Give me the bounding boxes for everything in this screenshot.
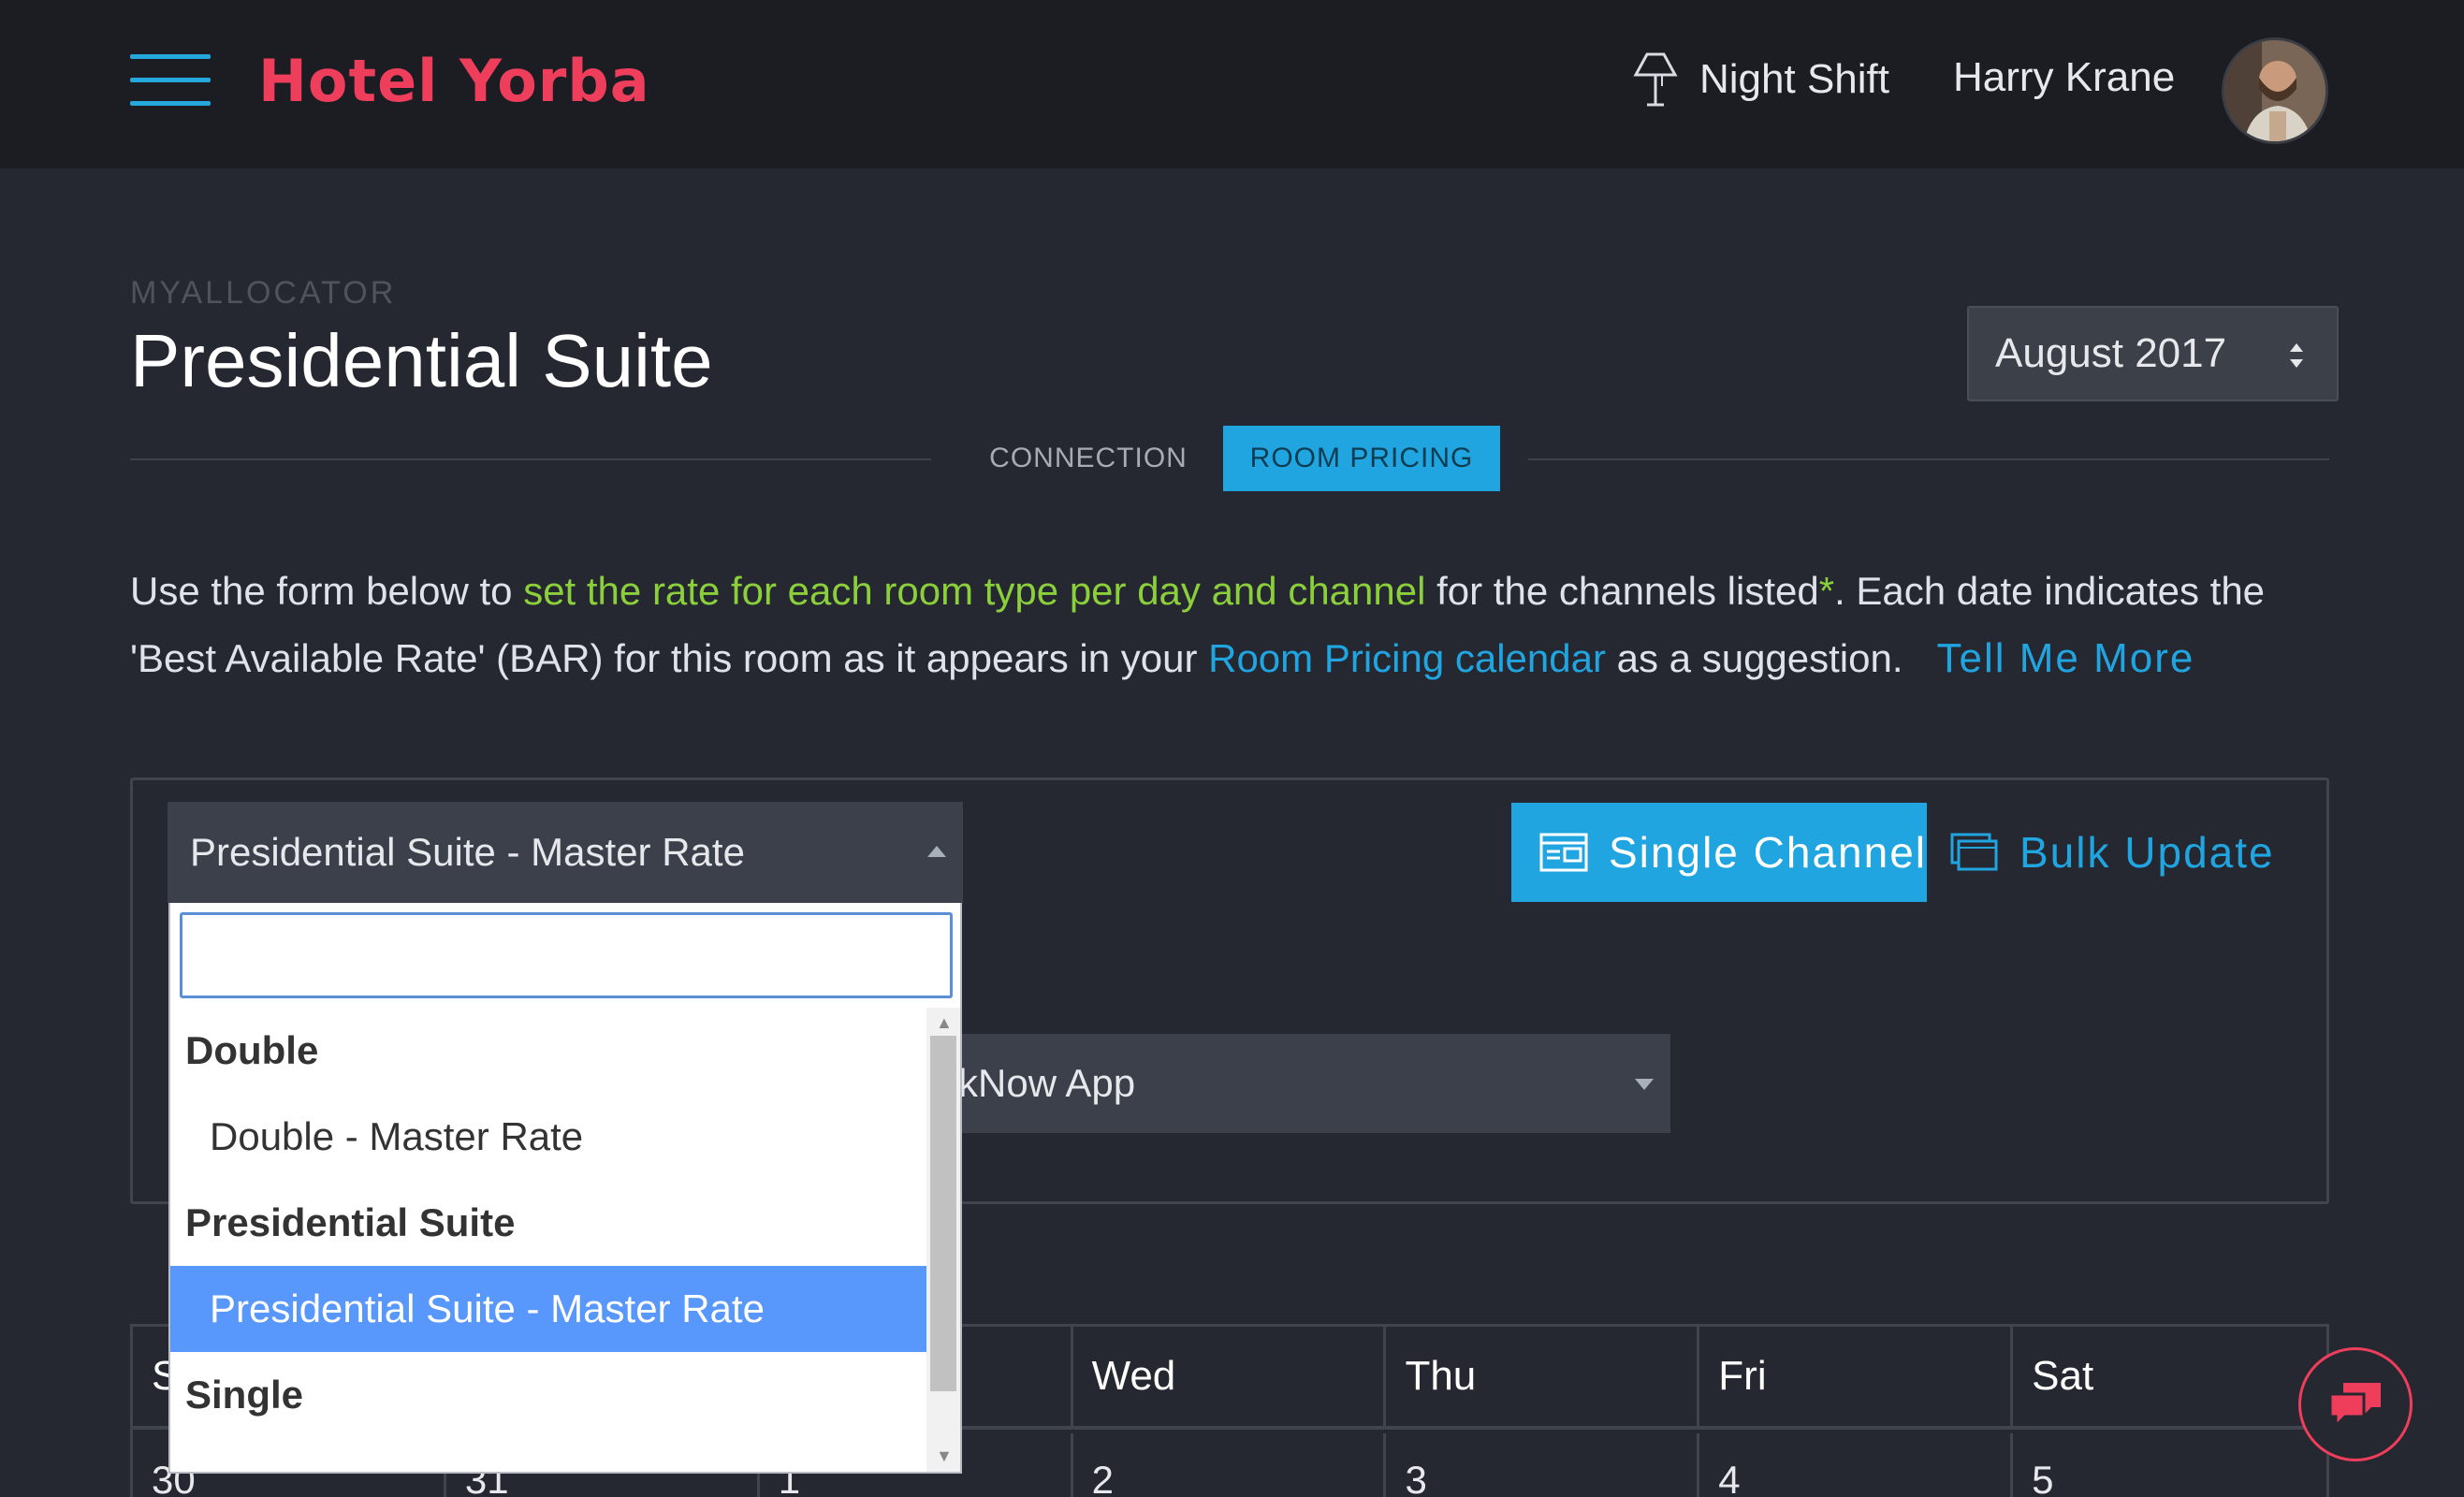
window-icon (1539, 833, 1588, 872)
dropdown-option[interactable]: Double - Master Rate (170, 1094, 928, 1180)
month-select-value: August 2017 (1995, 330, 2227, 376)
section-overline: MYALLOCATOR (130, 275, 397, 311)
tab-connection[interactable]: CONNECTION (964, 426, 1213, 491)
scroll-down-icon[interactable]: ▼ (936, 1446, 953, 1466)
room-rate-select[interactable]: Presidential Suite - Master Rate (168, 802, 963, 903)
dropdown-scrollbar[interactable]: ▲ ▼ (926, 1008, 960, 1472)
tab-room-pricing[interactable]: ROOM PRICING (1223, 426, 1500, 491)
bulk-update-label: Bulk Update (2019, 828, 2275, 877)
option-group-label: Single (185, 1373, 304, 1417)
room-rate-select-value: Presidential Suite - Master Rate (190, 830, 745, 874)
option-group-label: Presidential Suite (185, 1200, 516, 1244)
dropdown-search-input[interactable] (180, 912, 953, 998)
chat-button[interactable] (2298, 1347, 2413, 1461)
single-channel-label: Single Channel (1609, 828, 1928, 877)
channel-select-value: kNow App (958, 1061, 1136, 1105)
room-rate-dropdown: Double Double - Master Rate Presidential… (168, 903, 962, 1474)
brand-logo[interactable]: Hotel Yorba (258, 47, 650, 115)
month-select[interactable]: August 2017 (1967, 306, 2339, 401)
calendar-day-cell[interactable]: 4 (1699, 1433, 2014, 1497)
scrollbar-thumb[interactable] (930, 1036, 956, 1391)
menu-icon[interactable] (130, 54, 211, 109)
caret-down-icon (1635, 1079, 1654, 1090)
calendar-day-cell[interactable]: 3 (1386, 1433, 1700, 1497)
page-title: Presidential Suite (130, 319, 713, 402)
description-highlight: set the rate for each room type per day … (523, 569, 1426, 613)
tab-divider-left (130, 458, 931, 460)
option-group-label: Double (185, 1028, 319, 1072)
bulk-update-button[interactable]: Bulk Update (1950, 803, 2275, 902)
tab-divider-right (1528, 458, 2329, 460)
night-shift-label: Night Shift (1699, 56, 1889, 102)
night-shift-toggle[interactable]: Night Shift (1628, 47, 1889, 112)
day-header: Sat (2032, 1353, 2094, 1399)
channel-select[interactable]: kNow App (936, 1034, 1670, 1133)
calendar-day-cell[interactable]: 2 (1073, 1433, 1387, 1497)
stacked-windows-icon (1950, 833, 1998, 871)
day-header: Fri (1699, 1327, 2014, 1426)
dropdown-option-selected[interactable]: Presidential Suite - Master Rate (170, 1266, 928, 1352)
room-pricing-calendar-link[interactable]: Room Pricing calendar (1208, 636, 1606, 680)
scroll-up-icon[interactable]: ▲ (936, 1013, 953, 1033)
single-channel-button[interactable]: Single Channel (1511, 803, 1927, 902)
user-name[interactable]: Harry Krane (1953, 54, 2175, 101)
top-navbar: Hotel Yorba Night Shift Harry Krane (0, 0, 2464, 168)
day-header: Thu (1386, 1327, 1700, 1426)
lamp-icon (1633, 52, 1678, 107)
user-avatar[interactable] (2222, 37, 2328, 144)
sort-arrows-icon (2290, 343, 2303, 368)
caret-up-icon (927, 846, 946, 857)
dropdown-options-list: Double Double - Master Rate Presidential… (170, 1008, 928, 1472)
calendar-day-cell[interactable]: 5 (2013, 1433, 2326, 1497)
chat-bubbles-icon (2328, 1383, 2381, 1430)
tell-me-more-link[interactable]: Tell Me More (1937, 635, 2195, 681)
description-text: Use the form below to set the rate for e… (130, 569, 2266, 681)
day-header: Wed (1073, 1327, 1387, 1426)
